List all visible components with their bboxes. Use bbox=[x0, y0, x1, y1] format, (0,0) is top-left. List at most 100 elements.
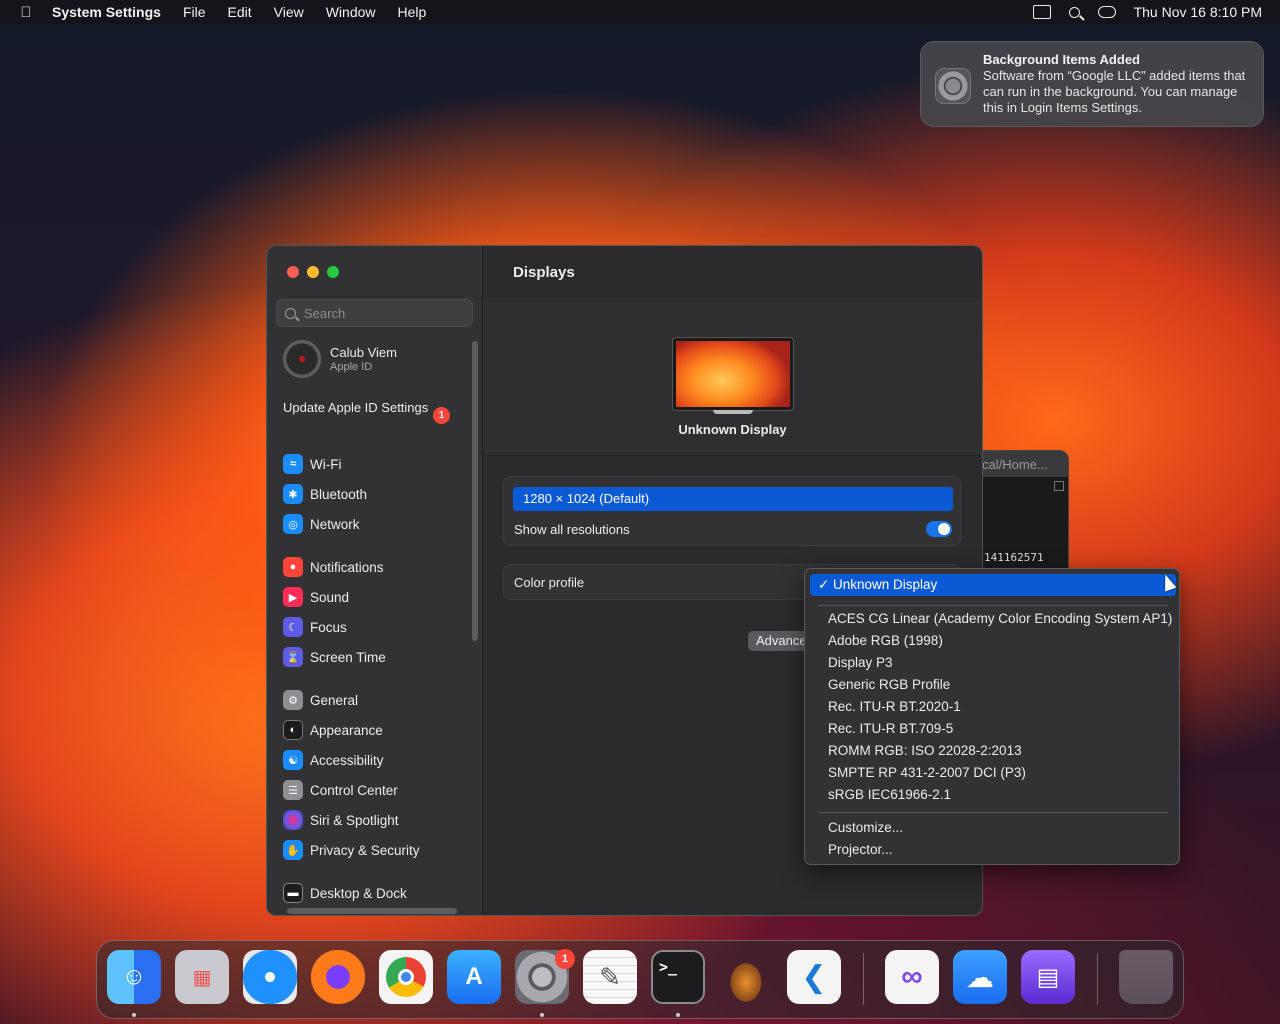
sidebar-item-label: Focus bbox=[310, 619, 347, 635]
apple-menu-icon[interactable]:  bbox=[0, 4, 52, 21]
color-profile-option[interactable]: Generic RGB Profile bbox=[828, 677, 950, 697]
bell-icon: ● bbox=[283, 557, 303, 577]
sidebar-item-label: Control Center bbox=[310, 782, 398, 798]
garageband-icon[interactable] bbox=[719, 950, 773, 1004]
sidebar-item-desktop-dock[interactable]: ▬ Desktop & Dock bbox=[283, 881, 407, 905]
menu-bar-status: Thu Nov 16 8:10 PM bbox=[1032, 4, 1280, 20]
account-subtitle: Apple ID bbox=[330, 360, 373, 373]
spotlight-icon[interactable] bbox=[1068, 6, 1080, 18]
page-title: Displays bbox=[513, 264, 575, 281]
trash-icon[interactable] bbox=[1119, 950, 1173, 1004]
sidebar-item-appearance[interactable]: ◐ Appearance bbox=[283, 718, 383, 742]
sidebar-item-label: Siri & Spotlight bbox=[310, 812, 399, 828]
update-apple-id-label: Update Apple ID Settings bbox=[283, 400, 429, 415]
sidebar-item-label: Notifications bbox=[310, 559, 384, 575]
app-store-icon[interactable]: A bbox=[447, 950, 501, 1004]
terminal-scroll-icon[interactable] bbox=[1054, 481, 1064, 491]
menu-help[interactable]: Help bbox=[387, 4, 438, 20]
chrome-logo-icon bbox=[386, 957, 426, 997]
menu-app-name[interactable]: System Settings bbox=[52, 4, 172, 20]
screen-mirroring-icon[interactable] bbox=[1032, 5, 1051, 19]
finder-icon[interactable]: ☺ bbox=[107, 950, 161, 1004]
chrome-icon[interactable] bbox=[379, 950, 433, 1004]
color-profile-option[interactable]: ACES CG Linear (Academy Color Encoding S… bbox=[828, 611, 1172, 631]
sidebar-scrollbar[interactable] bbox=[472, 341, 478, 641]
selected-option-label: Unknown Display bbox=[833, 577, 938, 592]
sidebar-item-bluetooth[interactable]: ✱ Bluetooth bbox=[283, 482, 367, 506]
search-field[interactable]: Search bbox=[276, 299, 473, 327]
color-profile-option[interactable]: Rec. ITU-R BT.709-5 bbox=[828, 721, 953, 741]
sidebar-item-privacy[interactable]: ✋ Privacy & Security bbox=[283, 838, 420, 862]
accessibility-icon: ☯ bbox=[283, 750, 303, 770]
launchpad-icon[interactable]: ▦ bbox=[175, 950, 229, 1004]
dock-separator bbox=[1097, 953, 1098, 1005]
sidebar-item-network[interactable]: ◎ Network bbox=[283, 512, 360, 536]
wifi-icon: ≈ bbox=[283, 454, 303, 474]
color-profile-option[interactable]: Rec. ITU-R BT.2020-1 bbox=[828, 699, 961, 719]
terminal-title: cal/Home... bbox=[976, 451, 1068, 477]
color-profile-option-selected[interactable]: ✓ Unknown Display bbox=[810, 574, 1176, 596]
background-items-notification[interactable]: Background Items Added Software from “Go… bbox=[920, 41, 1264, 127]
avatar bbox=[283, 340, 321, 378]
terminal-glyph: >_ bbox=[659, 958, 678, 976]
sidebar-horizontal-scrollbar[interactable] bbox=[287, 908, 457, 914]
weather-icon[interactable]: ☁ bbox=[953, 950, 1007, 1004]
hand-icon: ✋ bbox=[283, 840, 303, 860]
textedit-icon[interactable]: ✎ bbox=[583, 950, 637, 1004]
terminal-window[interactable]: cal/Home... 141162571 bbox=[975, 450, 1069, 574]
sidebar-item-siri[interactable]: Siri & Spotlight bbox=[283, 808, 399, 832]
vscode-icon[interactable]: ❮ bbox=[787, 950, 841, 1004]
sidebar-item-label: General bbox=[310, 692, 359, 708]
dock-separator bbox=[863, 953, 864, 1005]
menu-window[interactable]: Window bbox=[315, 4, 387, 20]
archive-icon[interactable]: ▤ bbox=[1021, 950, 1075, 1004]
sidebar-item-wifi[interactable]: ≈ Wi-Fi bbox=[283, 452, 341, 476]
color-profile-option[interactable]: sRGB IEC61966-2.1 bbox=[828, 787, 951, 807]
color-profile-option[interactable]: ROMM RGB: ISO 22028-2:2013 bbox=[828, 743, 1022, 763]
menu-file[interactable]: File bbox=[172, 4, 217, 20]
dock: ☺ ▦ A 1 ✎ >_ ❮ ∞ ☁ ▤ bbox=[96, 940, 1184, 1019]
sidebar-item-label: Appearance bbox=[310, 722, 383, 738]
color-profile-label: Color profile bbox=[514, 575, 585, 590]
zoom-button[interactable] bbox=[327, 266, 339, 278]
firefox-icon[interactable] bbox=[311, 950, 365, 1004]
update-badge: 1 bbox=[433, 407, 450, 424]
color-profile-option[interactable]: Display P3 bbox=[828, 655, 893, 675]
sidebar-item-notifications[interactable]: ● Notifications bbox=[283, 555, 384, 579]
sidebar-item-screen-time[interactable]: ⌛ Screen Time bbox=[283, 645, 386, 669]
minimize-button[interactable] bbox=[307, 266, 319, 278]
sidebar-item-general[interactable]: ⚙ General bbox=[283, 688, 358, 712]
dock-icon: ▬ bbox=[283, 883, 303, 903]
hourglass-icon: ⌛ bbox=[283, 647, 303, 667]
customize-option[interactable]: Customize... bbox=[828, 820, 903, 840]
sidebar-item-focus[interactable]: ☾ Focus bbox=[283, 615, 347, 639]
monitor-icon[interactable] bbox=[673, 338, 793, 410]
show-all-resolutions-toggle[interactable] bbox=[926, 521, 952, 537]
color-profile-option[interactable]: SMPTE RP 431-2-2007 DCI (P3) bbox=[828, 765, 1026, 785]
sidebar-item-accessibility[interactable]: ☯ Accessibility bbox=[283, 748, 384, 772]
projector-option[interactable]: Projector... bbox=[828, 842, 893, 862]
menu-view[interactable]: View bbox=[263, 4, 315, 20]
gear-icon: ⚙ bbox=[283, 690, 303, 710]
show-all-resolutions-label: Show all resolutions bbox=[514, 522, 630, 537]
terminal-icon[interactable]: >_ bbox=[651, 950, 705, 1004]
safari-icon[interactable] bbox=[243, 950, 297, 1004]
sidebar-item-control-center[interactable]: ☰ Control Center bbox=[283, 778, 398, 802]
apple-id-account[interactable]: Calub Viem Apple ID bbox=[283, 340, 397, 378]
control-center-icon[interactable] bbox=[1097, 6, 1116, 18]
display-preview-area: Unknown Display bbox=[483, 298, 982, 456]
sidebar-item-label: Bluetooth bbox=[310, 486, 368, 502]
system-settings-running-indicator bbox=[540, 1013, 544, 1017]
notification-body: Software from “Google LLC” added items t… bbox=[983, 68, 1246, 115]
menu-edit[interactable]: Edit bbox=[217, 4, 263, 20]
terminal-running-indicator bbox=[676, 1013, 680, 1017]
close-button[interactable] bbox=[287, 266, 299, 278]
speaker-icon: ▶ bbox=[283, 587, 303, 607]
resolution-option-selected[interactable]: 1280 × 1024 (Default) bbox=[513, 487, 953, 511]
color-profile-option[interactable]: Adobe RGB (1998) bbox=[828, 633, 943, 653]
sidebar-item-sound[interactable]: ▶ Sound bbox=[283, 585, 349, 609]
visual-studio-icon[interactable]: ∞ bbox=[885, 950, 939, 1004]
sidebar-item-label: Sound bbox=[310, 589, 350, 605]
menu-clock[interactable]: Thu Nov 16 8:10 PM bbox=[1134, 4, 1262, 20]
update-apple-id-item[interactable]: Update Apple ID Settings bbox=[283, 400, 453, 416]
